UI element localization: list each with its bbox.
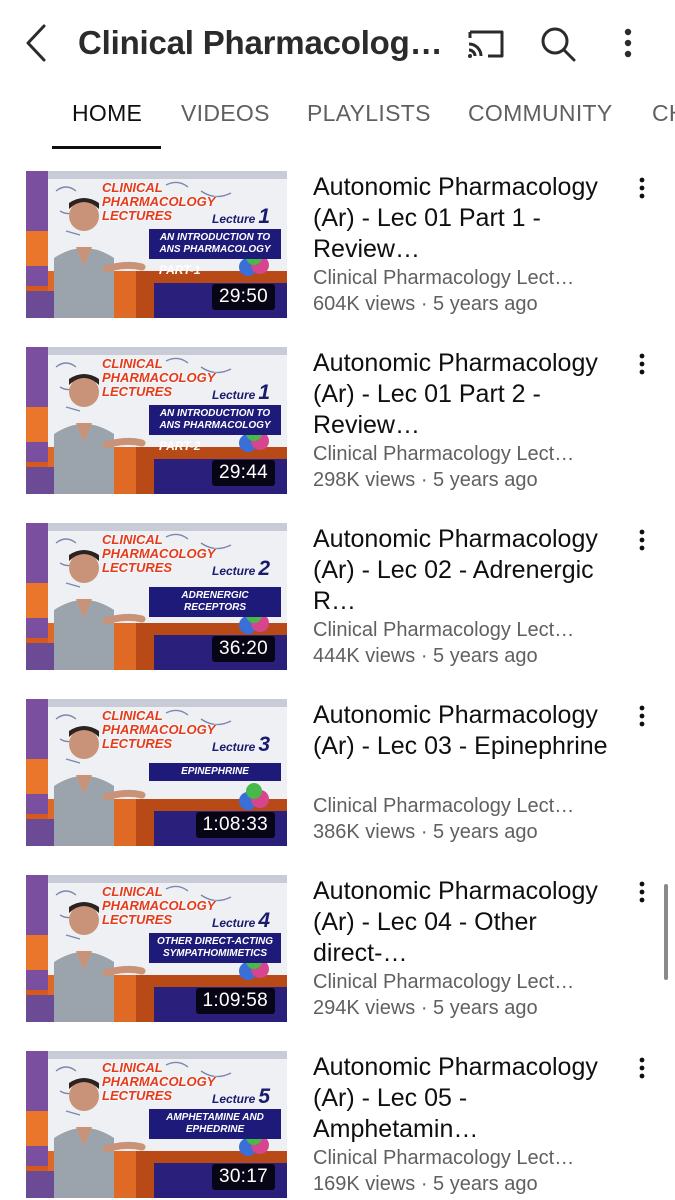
video-meta: 444K views · 5 years ago (313, 645, 538, 667)
video-duration: 29:50 (211, 284, 275, 310)
video-duration: 30:17 (211, 1164, 275, 1190)
video-title[interactable]: Autonomic Pharmacology (Ar) - Lec 03 - E… (313, 700, 608, 762)
more-vertical-icon (624, 28, 632, 58)
cast-button[interactable] (464, 24, 508, 64)
video-options-button[interactable] (630, 527, 654, 555)
thumbnail-lecture-number: 1 (258, 205, 271, 228)
thumbnail-lecture-word: Lecture (212, 740, 256, 754)
more-vertical-icon (639, 881, 645, 903)
thumbnail-lecture-label: Lecture 4 (212, 909, 270, 933)
thumbnail-lecture-label: Lecture 5 (212, 1085, 270, 1109)
video-thumbnail[interactable]: CLINICAL PHARMACOLOGY LECTURES Lecture 3 … (26, 699, 287, 846)
thumbnail-lecture-word: Lecture (212, 916, 256, 930)
video-options-button[interactable] (630, 879, 654, 907)
channel-tabs: HOME VIDEOS PLAYLISTS COMMUNITY CH (0, 88, 675, 150)
thumbnail-lecture-label: Lecture 1 (212, 381, 270, 405)
thumbnail-lecture-word: Lecture (212, 1092, 256, 1106)
video-options-button[interactable] (630, 351, 654, 379)
thumbnail-brand-text: CLINICAL PHARMACOLOGY LECTURES (102, 884, 216, 927)
cast-icon (468, 30, 504, 58)
video-title[interactable]: Autonomic Pharmacology (Ar) - Lec 01 Par… (313, 348, 608, 441)
video-meta: 604K views · 5 years ago (313, 293, 538, 315)
video-channel-name: Clinical Pharmacology Lect… (313, 795, 575, 817)
tab-playlists[interactable]: PLAYLISTS (307, 100, 431, 127)
tab-videos[interactable]: VIDEOS (181, 100, 270, 127)
channel-title: Clinical Pharmacology... (78, 24, 450, 61)
thumbnail-lecture-label: Lecture 2 (212, 557, 270, 581)
video-channel-name: Clinical Pharmacology Lect… (313, 1147, 575, 1169)
video-item[interactable]: CLINICAL PHARMACOLOGY LECTURES Lecture 1 … (0, 171, 675, 341)
video-thumbnail[interactable]: CLINICAL PHARMACOLOGY LECTURES Lecture 1 … (26, 347, 287, 494)
video-options-button[interactable] (630, 1055, 654, 1083)
back-button[interactable] (18, 22, 58, 64)
thumbnail-topic-banner: OTHER DIRECT-ACTING SYMPATHOMIMETICS (149, 933, 281, 963)
thumbnail-brand-text: CLINICAL PHARMACOLOGY LECTURES (102, 1060, 216, 1103)
thumbnail-lecture-number: 3 (258, 733, 271, 756)
thumbnail-lecture-label: Lecture 3 (212, 733, 270, 757)
video-thumbnail[interactable]: CLINICAL PHARMACOLOGY LECTURES Lecture 4 … (26, 875, 287, 1022)
video-item[interactable]: CLINICAL PHARMACOLOGY LECTURES Lecture 1 … (0, 347, 675, 517)
tab-community[interactable]: COMMUNITY (468, 100, 613, 127)
chevron-left-icon (26, 24, 46, 62)
video-duration: 36:20 (211, 636, 275, 662)
more-vertical-icon (639, 1057, 645, 1079)
video-item[interactable]: CLINICAL PHARMACOLOGY LECTURES Lecture 3 … (0, 699, 675, 869)
app-bar: Clinical Pharmacology... (0, 0, 675, 88)
video-meta: 386K views · 5 years ago (313, 821, 538, 843)
video-channel-name: Clinical Pharmacology Lect… (313, 443, 575, 465)
video-duration: 1:08:33 (195, 812, 275, 838)
video-title[interactable]: Autonomic Pharmacology (Ar) - Lec 01 Par… (313, 172, 608, 265)
thumbnail-brand-text: CLINICAL PHARMACOLOGY LECTURES (102, 532, 216, 575)
thumbnail-topic-banner: AN INTRODUCTION TO ANS PHARMACOLOGY (149, 229, 281, 259)
search-button[interactable] (536, 22, 580, 66)
video-channel-name: Clinical Pharmacology Lect… (313, 971, 575, 993)
more-vertical-icon (639, 353, 645, 375)
thumbnail-lecture-number: 5 (258, 1085, 271, 1108)
more-options-button[interactable] (612, 22, 644, 66)
video-title[interactable]: Autonomic Pharmacology (Ar) - Lec 04 - O… (313, 876, 608, 969)
thumbnail-topic-banner: AMPHETAMINE AND EPHEDRINE (149, 1109, 281, 1139)
tab-channels[interactable]: CH (652, 100, 675, 127)
video-meta: 169K views · 5 years ago (313, 1173, 538, 1195)
video-channel-name: Clinical Pharmacology Lect… (313, 619, 575, 641)
video-options-button[interactable] (630, 175, 654, 203)
thumbnail-topic-banner: ADRENERGIC RECEPTORS (149, 587, 281, 617)
video-thumbnail[interactable]: CLINICAL PHARMACOLOGY LECTURES Lecture 1 … (26, 171, 287, 318)
thumbnail-lecture-number: 2 (258, 557, 271, 580)
thumbnail-part-label: PART-1 (159, 263, 201, 277)
video-thumbnail[interactable]: CLINICAL PHARMACOLOGY LECTURES Lecture 2 … (26, 523, 287, 670)
thumbnail-topic-banner: EPINEPHRINE (149, 763, 281, 781)
video-item[interactable]: CLINICAL PHARMACOLOGY LECTURES Lecture 5 … (0, 1051, 675, 1200)
video-meta: 298K views · 5 years ago (313, 469, 538, 491)
thumbnail-brand-text: CLINICAL PHARMACOLOGY LECTURES (102, 180, 216, 223)
video-item[interactable]: CLINICAL PHARMACOLOGY LECTURES Lecture 2 … (0, 523, 675, 693)
thumbnail-brand-text: CLINICAL PHARMACOLOGY LECTURES (102, 356, 216, 399)
more-vertical-icon (639, 529, 645, 551)
video-options-button[interactable] (630, 703, 654, 731)
tab-home[interactable]: HOME (72, 100, 142, 127)
search-icon (541, 27, 576, 62)
video-title[interactable]: Autonomic Pharmacology (Ar) - Lec 05 - A… (313, 1052, 608, 1145)
video-thumbnail[interactable]: CLINICAL PHARMACOLOGY LECTURES Lecture 5 … (26, 1051, 287, 1198)
thumbnail-lecture-word: Lecture (212, 212, 256, 226)
video-item[interactable]: CLINICAL PHARMACOLOGY LECTURES Lecture 4 … (0, 875, 675, 1045)
video-meta: 294K views · 5 years ago (313, 997, 538, 1019)
more-vertical-icon (639, 177, 645, 199)
scrollbar[interactable] (664, 884, 668, 980)
thumbnail-lecture-word: Lecture (212, 564, 256, 578)
thumbnail-lecture-label: Lecture 1 (212, 205, 270, 229)
video-duration: 1:09:58 (195, 988, 275, 1014)
video-channel-name: Clinical Pharmacology Lect… (313, 267, 575, 289)
video-title[interactable]: Autonomic Pharmacology (Ar) - Lec 02 - A… (313, 524, 608, 617)
more-vertical-icon (639, 705, 645, 727)
thumbnail-brand-text: CLINICAL PHARMACOLOGY LECTURES (102, 708, 216, 751)
video-duration: 29:44 (211, 460, 275, 486)
thumbnail-lecture-word: Lecture (212, 388, 256, 402)
active-tab-indicator (52, 146, 161, 149)
thumbnail-lecture-number: 1 (258, 381, 271, 404)
thumbnail-part-label: PART-2 (159, 439, 201, 453)
thumbnail-lecture-number: 4 (258, 909, 271, 932)
thumbnail-topic-banner: AN INTRODUCTION TO ANS PHARMACOLOGY (149, 405, 281, 435)
